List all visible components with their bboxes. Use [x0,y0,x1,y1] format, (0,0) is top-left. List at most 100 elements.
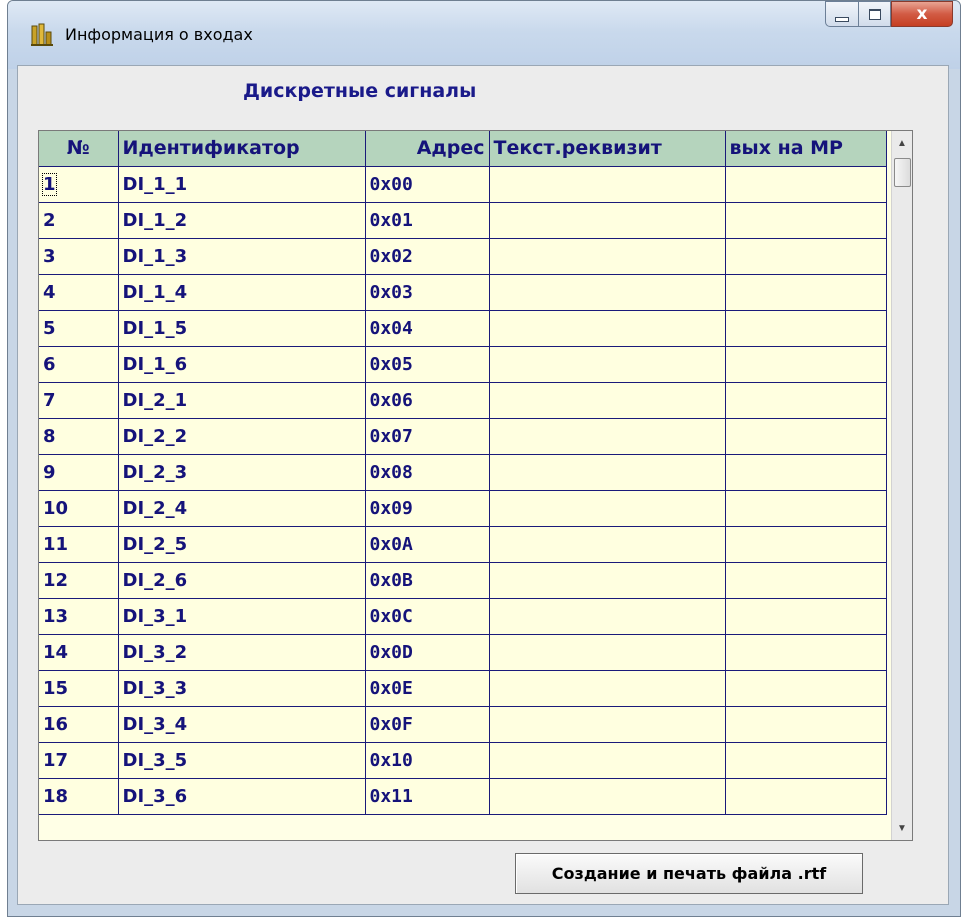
cell-text-attribute[interactable] [489,670,726,707]
cell-output-mr[interactable] [725,490,887,527]
cell-address[interactable]: 0x09 [365,490,490,527]
cell-address[interactable]: 0x07 [365,418,490,455]
cell-address[interactable]: 0x0E [365,670,490,707]
cell-text-attribute[interactable] [489,382,726,419]
cell-number[interactable]: 10 [39,490,119,527]
cell-address[interactable]: 0x05 [365,346,490,383]
table-row[interactable]: 8 DI_2_2 0x07 [39,418,887,455]
cell-identifier[interactable]: DI_3_3 [118,670,366,707]
cell-output-mr[interactable] [725,454,887,491]
table-row[interactable]: 9 DI_2_3 0x08 [39,454,887,491]
cell-number[interactable]: 1 [39,166,119,203]
table-row[interactable]: 15 DI_3_3 0x0E [39,670,887,707]
cell-address[interactable]: 0x0C [365,598,490,635]
table-row[interactable]: 16 DI_3_4 0x0F [39,706,887,743]
scroll-down-arrow-icon[interactable]: ▼ [892,820,912,838]
cell-identifier[interactable]: DI_1_1 [118,166,366,203]
cell-identifier[interactable]: DI_2_2 [118,418,366,455]
cell-output-mr[interactable] [725,274,887,311]
column-header-number[interactable]: № [39,131,119,167]
cell-output-mr[interactable] [725,670,887,707]
cell-text-attribute[interactable] [489,454,726,491]
cell-identifier[interactable]: DI_3_1 [118,598,366,635]
cell-number[interactable]: 4 [39,274,119,311]
cell-output-mr[interactable] [725,778,887,815]
cell-number[interactable]: 15 [39,670,119,707]
close-button[interactable]: x [891,1,953,27]
cell-identifier[interactable]: DI_1_5 [118,310,366,347]
cell-address[interactable]: 0x0B [365,562,490,599]
title-bar[interactable]: Информация о входах x [8,1,960,69]
cell-identifier[interactable]: DI_3_2 [118,634,366,671]
cell-text-attribute[interactable] [489,202,726,239]
table-row[interactable]: 17 DI_3_5 0x10 [39,742,887,779]
cell-output-mr[interactable] [725,418,887,455]
cell-output-mr[interactable] [725,346,887,383]
cell-number[interactable]: 14 [39,634,119,671]
cell-text-attribute[interactable] [489,634,726,671]
column-header-text-attribute[interactable]: Текст.реквизит [489,131,726,167]
cell-output-mr[interactable] [725,706,887,743]
cell-number[interactable]: 8 [39,418,119,455]
cell-identifier[interactable]: DI_1_2 [118,202,366,239]
cell-identifier[interactable]: DI_1_4 [118,274,366,311]
cell-address[interactable]: 0x02 [365,238,490,275]
cell-number[interactable]: 12 [39,562,119,599]
cell-address[interactable]: 0x10 [365,742,490,779]
cell-output-mr[interactable] [725,562,887,599]
cell-text-attribute[interactable] [489,166,726,203]
scroll-up-arrow-icon[interactable]: ▲ [892,135,912,153]
column-header-identifier[interactable]: Идентификатор [118,131,366,167]
cell-address[interactable]: 0x0F [365,706,490,743]
scroll-thumb[interactable] [894,158,911,187]
cell-identifier[interactable]: DI_3_5 [118,742,366,779]
cell-text-attribute[interactable] [489,346,726,383]
cell-number[interactable]: 2 [39,202,119,239]
cell-number[interactable]: 18 [39,778,119,815]
signals-grid[interactable]: № Идентификатор Адрес Текст.реквизит вых… [38,130,913,841]
cell-text-attribute[interactable] [489,778,726,815]
cell-address[interactable]: 0x11 [365,778,490,815]
cell-identifier[interactable]: DI_3_6 [118,778,366,815]
cell-address[interactable]: 0x04 [365,310,490,347]
cell-text-attribute[interactable] [489,742,726,779]
cell-address[interactable]: 0x0D [365,634,490,671]
cell-identifier[interactable]: DI_2_1 [118,382,366,419]
table-row[interactable]: 5 DI_1_5 0x04 [39,310,887,347]
table-row[interactable]: 3 DI_1_3 0x02 [39,238,887,275]
cell-output-mr[interactable] [725,598,887,635]
cell-address[interactable]: 0x01 [365,202,490,239]
cell-address[interactable]: 0x03 [365,274,490,311]
cell-text-attribute[interactable] [489,598,726,635]
cell-address[interactable]: 0x00 [365,166,490,203]
cell-output-mr[interactable] [725,634,887,671]
cell-text-attribute[interactable] [489,706,726,743]
cell-text-attribute[interactable] [489,274,726,311]
table-row[interactable]: 12 DI_2_6 0x0B [39,562,887,599]
cell-identifier[interactable]: DI_2_5 [118,526,366,563]
table-row[interactable]: 14 DI_3_2 0x0D [39,634,887,671]
cell-identifier[interactable]: DI_2_4 [118,490,366,527]
cell-text-attribute[interactable] [489,238,726,275]
vertical-scrollbar[interactable]: ▲ ▼ [891,131,912,840]
cell-number[interactable]: 13 [39,598,119,635]
cell-text-attribute[interactable] [489,310,726,347]
table-row[interactable]: 1 DI_1_1 0x00 [39,166,887,203]
cell-address[interactable]: 0x06 [365,382,490,419]
table-row[interactable]: 6 DI_1_6 0x05 [39,346,887,383]
cell-output-mr[interactable] [725,238,887,275]
cell-number[interactable]: 16 [39,706,119,743]
table-row[interactable]: 10 DI_2_4 0x09 [39,490,887,527]
cell-number[interactable]: 17 [39,742,119,779]
cell-identifier[interactable]: DI_3_4 [118,706,366,743]
cell-text-attribute[interactable] [489,526,726,563]
cell-output-mr[interactable] [725,166,887,203]
cell-address[interactable]: 0x0A [365,526,490,563]
cell-text-attribute[interactable] [489,562,726,599]
cell-identifier[interactable]: DI_2_3 [118,454,366,491]
table-row[interactable]: 7 DI_2_1 0x06 [39,382,887,419]
table-row[interactable]: 2 DI_1_2 0x01 [39,202,887,239]
table-row[interactable]: 4 DI_1_4 0x03 [39,274,887,311]
cell-output-mr[interactable] [725,310,887,347]
cell-output-mr[interactable] [725,202,887,239]
